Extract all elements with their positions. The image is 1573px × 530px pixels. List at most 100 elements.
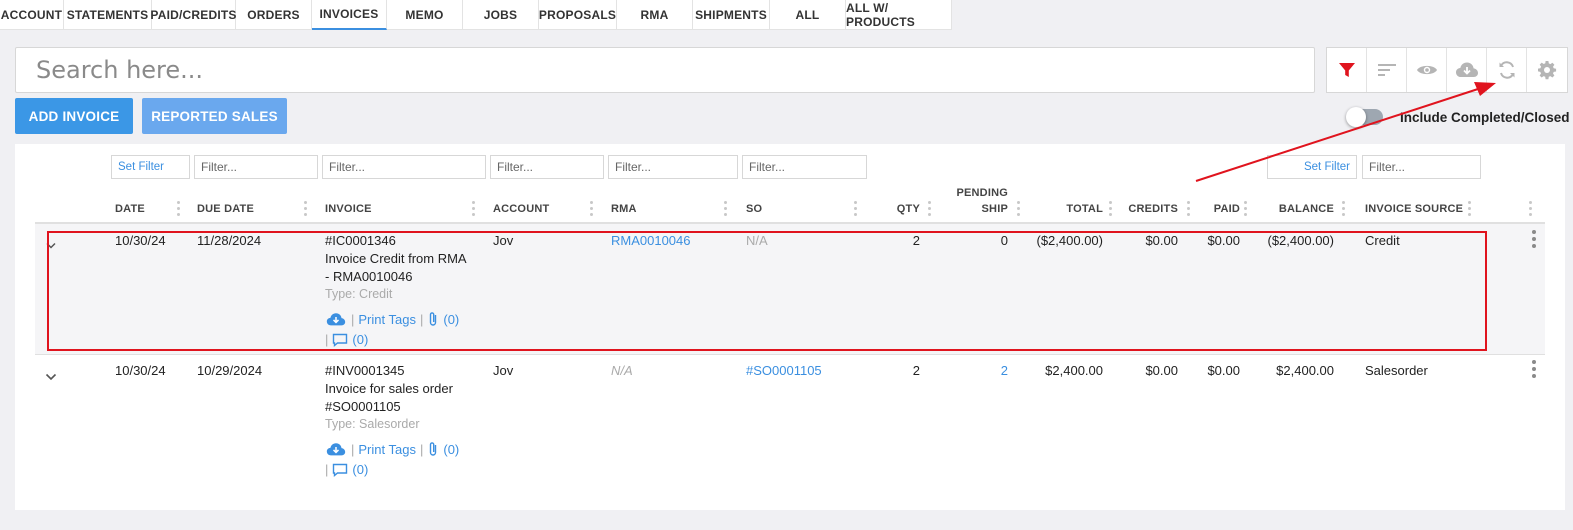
row-comments: | (0) bbox=[325, 462, 368, 477]
col-date[interactable]: DATE bbox=[115, 203, 145, 215]
include-completed-toggle[interactable] bbox=[1346, 107, 1383, 127]
col-resize-handle[interactable] bbox=[590, 201, 593, 217]
col-rma[interactable]: RMA bbox=[611, 203, 637, 215]
col-total[interactable]: TOTAL bbox=[1040, 203, 1103, 215]
sort-button[interactable] bbox=[1367, 48, 1407, 92]
tab-invoices[interactable]: INVOICES bbox=[312, 0, 387, 30]
col-so[interactable]: SO bbox=[746, 203, 762, 215]
col-resize-handle[interactable] bbox=[928, 201, 931, 217]
row-account: Jov bbox=[493, 363, 514, 378]
rma-filter[interactable]: Filter... bbox=[608, 155, 738, 179]
col-resize-handle[interactable] bbox=[1187, 201, 1190, 217]
row-invoice-number[interactable]: #INV0001345 bbox=[325, 363, 405, 378]
add-invoice-button[interactable]: ADD INVOICE bbox=[15, 98, 133, 134]
tab-rma[interactable]: RMA bbox=[617, 0, 693, 30]
chevron-down-icon[interactable] bbox=[45, 373, 57, 381]
tab-proposals[interactable]: PROPOSALS bbox=[539, 0, 617, 30]
filter-button[interactable] bbox=[1327, 48, 1367, 92]
tab-memo[interactable]: MEMO bbox=[387, 0, 463, 30]
row-divider bbox=[35, 354, 1545, 355]
row-total: $2,400.00 bbox=[1045, 363, 1103, 378]
col-due-date[interactable]: DUE DATE bbox=[197, 203, 254, 215]
print-tags-link[interactable]: Print Tags bbox=[358, 442, 416, 457]
comment-count[interactable]: (0) bbox=[352, 462, 368, 477]
col-resize-handle[interactable] bbox=[1342, 201, 1345, 217]
col-resize-handle[interactable] bbox=[724, 201, 727, 217]
invoice-filter[interactable]: Filter... bbox=[322, 155, 486, 179]
row-date: 10/30/24 bbox=[115, 363, 166, 378]
row-invoice-description: #SO0001105 bbox=[325, 399, 401, 414]
row-pending-ship-link[interactable]: 2 bbox=[960, 363, 1008, 378]
row-balance: $2,400.00 bbox=[1276, 363, 1334, 378]
col-pending-ship-line2[interactable]: SHIP bbox=[940, 203, 1008, 215]
col-menu-handle[interactable] bbox=[1529, 201, 1532, 217]
tab-account[interactable]: ACCOUNT bbox=[0, 0, 64, 30]
settings-button[interactable] bbox=[1527, 48, 1567, 92]
eye-icon bbox=[1416, 65, 1437, 75]
col-account[interactable]: ACCOUNT bbox=[493, 203, 549, 215]
refresh-button[interactable] bbox=[1487, 48, 1527, 92]
col-resize-handle[interactable] bbox=[1244, 201, 1247, 217]
tab-shipments[interactable]: SHIPMENTS bbox=[693, 0, 770, 30]
separator: | bbox=[419, 441, 424, 457]
col-balance[interactable]: BALANCE bbox=[1260, 203, 1334, 215]
col-paid[interactable]: PAID bbox=[1195, 203, 1240, 215]
col-resize-handle[interactable] bbox=[177, 201, 180, 217]
tab-bar: ACCOUNT STATEMENTS PAID/CREDITS ORDERS I… bbox=[0, 0, 952, 30]
tab-all[interactable]: ALL bbox=[770, 0, 846, 30]
row-actions: | Print Tags | (0) bbox=[325, 441, 459, 457]
grid-toolbar bbox=[1326, 47, 1568, 93]
row-menu-icon[interactable] bbox=[1532, 360, 1536, 381]
col-pending-ship-line1[interactable]: PENDING bbox=[940, 187, 1008, 199]
tab-jobs[interactable]: JOBS bbox=[463, 0, 539, 30]
separator: | bbox=[351, 441, 355, 457]
col-resize-handle[interactable] bbox=[472, 201, 475, 217]
cloud-download-icon bbox=[1455, 62, 1478, 77]
row-invoice-source: Salesorder bbox=[1365, 363, 1428, 378]
attachment-count[interactable]: (0) bbox=[443, 442, 459, 457]
row-invoice-description: Invoice for sales order bbox=[325, 381, 453, 396]
tab-statements[interactable]: STATEMENTS bbox=[64, 0, 152, 30]
tab-paid-credits[interactable]: PAID/CREDITS bbox=[150, 0, 236, 30]
gear-icon bbox=[1538, 61, 1557, 80]
row-rma: N/A bbox=[611, 363, 633, 378]
col-resize-handle[interactable] bbox=[1468, 201, 1471, 217]
filter-icon bbox=[1338, 63, 1355, 77]
tab-all-with-products[interactable]: ALL W/ PRODUCTS bbox=[846, 0, 952, 30]
col-invoice[interactable]: INVOICE bbox=[325, 203, 372, 215]
refresh-icon bbox=[1499, 61, 1514, 79]
search-input[interactable]: Search here... bbox=[15, 47, 1315, 93]
col-resize-handle[interactable] bbox=[304, 201, 307, 217]
so-filter[interactable]: Filter... bbox=[742, 155, 867, 179]
paperclip-icon[interactable] bbox=[427, 441, 439, 457]
col-resize-handle[interactable] bbox=[1109, 201, 1112, 217]
sort-icon bbox=[1377, 64, 1396, 76]
row-qty: 2 bbox=[912, 363, 920, 378]
col-qty[interactable]: QTY bbox=[880, 203, 920, 215]
date-set-filter[interactable]: Set Filter bbox=[111, 155, 190, 179]
row-paid: $0.00 bbox=[1207, 363, 1240, 378]
balance-set-filter[interactable]: Set Filter bbox=[1267, 155, 1357, 179]
reported-sales-button[interactable]: REPORTED SALES bbox=[142, 98, 287, 134]
row-invoice-type: Type: Salesorder bbox=[325, 417, 420, 431]
include-completed-label: Include Completed/Closed bbox=[1400, 110, 1570, 125]
due-date-filter[interactable]: Filter... bbox=[194, 155, 318, 179]
row-due-date: 10/29/2024 bbox=[197, 363, 263, 378]
view-button[interactable] bbox=[1407, 48, 1447, 92]
tab-orders[interactable]: ORDERS bbox=[236, 0, 312, 30]
col-resize-handle[interactable] bbox=[1017, 201, 1020, 217]
invoice-source-filter[interactable]: Filter... bbox=[1362, 155, 1481, 179]
row-so-link[interactable]: #SO0001105 bbox=[746, 363, 822, 378]
highlight-box bbox=[47, 231, 1487, 351]
col-invoice-source[interactable]: INVOICE SOURCE bbox=[1365, 203, 1463, 215]
download-button[interactable] bbox=[1447, 48, 1487, 92]
row-credits: $0.00 bbox=[1145, 363, 1178, 378]
col-credits[interactable]: CREDITS bbox=[1115, 203, 1178, 215]
account-filter[interactable]: Filter... bbox=[490, 155, 604, 179]
comment-icon[interactable] bbox=[332, 463, 348, 477]
cloud-download-icon[interactable] bbox=[325, 442, 347, 457]
separator: | bbox=[325, 462, 329, 477]
toggle-knob bbox=[1346, 107, 1366, 127]
col-resize-handle[interactable] bbox=[854, 201, 857, 217]
row-menu-icon[interactable] bbox=[1532, 230, 1536, 251]
